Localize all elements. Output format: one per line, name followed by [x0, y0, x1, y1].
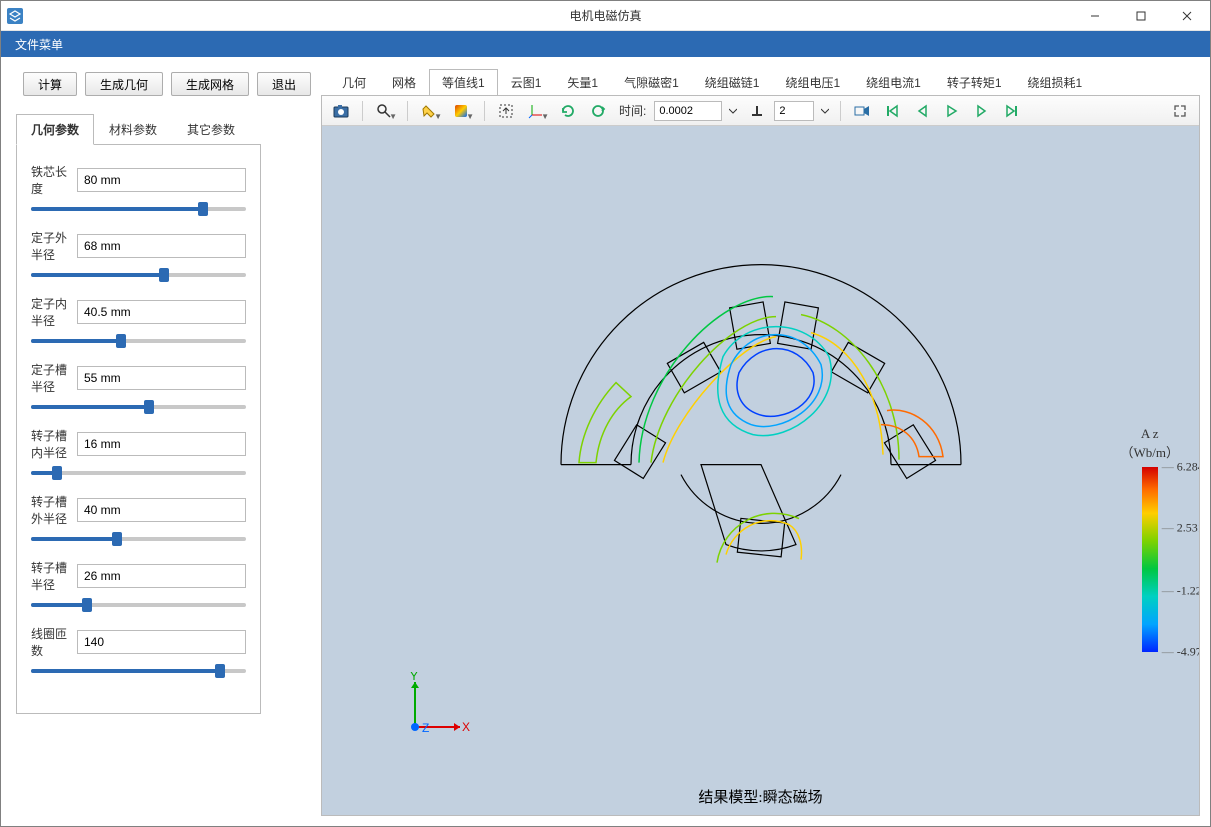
param-row-2: 定子内半径 — [31, 295, 246, 343]
param-panel: 铁芯长度定子外半径定子内半径定子槽半径转子槽内半径转子槽外半径转子槽半径线圈匝数 — [16, 144, 261, 714]
param-row-1: 定子外半径 — [31, 229, 246, 277]
param-slider[interactable] — [31, 273, 246, 277]
tab-other-params[interactable]: 其它参数 — [172, 114, 250, 145]
param-label: 定子内半径 — [31, 295, 71, 329]
view-tab-0[interactable]: 几何 — [329, 69, 379, 96]
menubar: 文件菜单 — [1, 31, 1210, 57]
param-input[interactable] — [77, 300, 246, 324]
param-slider[interactable] — [31, 339, 246, 343]
minimize-button[interactable] — [1072, 1, 1118, 31]
maximize-button[interactable] — [1118, 1, 1164, 31]
legend-tick: —6.284e-04 — [1162, 460, 1199, 475]
param-input[interactable] — [77, 168, 246, 192]
param-row-0: 铁芯长度 — [31, 163, 246, 211]
view-tab-10[interactable]: 绕组损耗1 — [1015, 69, 1096, 96]
axes-tool[interactable]: ▼ — [523, 99, 551, 123]
last-frame-button[interactable] — [999, 99, 1025, 123]
view-tab-7[interactable]: 绕组电压1 — [772, 69, 853, 96]
expand-button[interactable] — [1167, 99, 1193, 123]
view-tabs: 几何网格等值线1云图1矢量1气隙磁密1绕组磁链1绕组电压1绕组电流1转子转矩1绕… — [321, 72, 1200, 96]
snapshot-button[interactable] — [328, 99, 354, 123]
legend-title: A z — [1121, 426, 1180, 442]
refresh-button[interactable] — [555, 99, 581, 123]
play-button[interactable] — [939, 99, 965, 123]
highlight-tool[interactable]: ▼ — [416, 99, 444, 123]
viewer-toolbar: ▼ ▼ ▼ ▼ 时间: — [322, 96, 1199, 126]
legend-tick: —2.531e-04 — [1162, 521, 1199, 536]
tab-material-params[interactable]: 材料参数 — [94, 114, 172, 145]
param-input[interactable] — [77, 432, 246, 456]
param-row-7: 线圈匝数 — [31, 625, 246, 673]
legend-tick: —-4.973e-04 — [1162, 645, 1199, 660]
view-tab-5[interactable]: 气隙磁密1 — [611, 69, 692, 96]
menu-file[interactable]: 文件菜单 — [1, 31, 77, 57]
param-label: 转子槽外半径 — [31, 493, 71, 527]
param-label: 定子槽半径 — [31, 361, 71, 395]
result-caption: 结果模型:瞬态磁场 — [698, 786, 822, 807]
param-slider[interactable] — [31, 603, 246, 607]
time-dropdown[interactable] — [726, 99, 740, 123]
frame-toggle[interactable] — [744, 99, 770, 123]
gen-geom-button[interactable]: 生成几何 — [85, 72, 163, 96]
param-input[interactable] — [77, 630, 246, 654]
param-slider[interactable] — [31, 669, 246, 673]
fit-view-button[interactable] — [493, 99, 519, 123]
frame-dropdown[interactable] — [818, 99, 832, 123]
param-slider[interactable] — [31, 537, 246, 541]
param-input[interactable] — [77, 366, 246, 390]
param-row-5: 转子槽外半径 — [31, 493, 246, 541]
param-slider[interactable] — [31, 207, 246, 211]
next-frame-button[interactable] — [969, 99, 995, 123]
color-legend: A z （Wb/m） —6.284e-04—2.531e-04—-1.221e-… — [1121, 426, 1180, 652]
param-label: 线圈匝数 — [31, 625, 71, 659]
record-button[interactable] — [849, 99, 875, 123]
frame-input[interactable] — [774, 101, 814, 121]
axis-gizmo: X Y Z — [400, 672, 470, 745]
model-plot — [501, 225, 1021, 645]
view-tab-1[interactable]: 网格 — [379, 69, 429, 96]
param-label: 铁芯长度 — [31, 163, 71, 197]
param-label: 转子槽内半径 — [31, 427, 71, 461]
svg-text:X: X — [462, 720, 470, 734]
svg-text:Z: Z — [422, 721, 429, 735]
param-input[interactable] — [77, 234, 246, 258]
prev-frame-button[interactable] — [909, 99, 935, 123]
close-button[interactable] — [1164, 1, 1210, 31]
legend-tick: —-1.221e-04 — [1162, 583, 1199, 598]
param-label: 转子槽半径 — [31, 559, 71, 593]
compute-button[interactable]: 计算 — [23, 72, 77, 96]
cycle-button[interactable] — [585, 99, 611, 123]
param-slider[interactable] — [31, 471, 246, 475]
param-row-6: 转子槽半径 — [31, 559, 246, 607]
app-icon — [7, 8, 23, 24]
view-tab-9[interactable]: 转子转矩1 — [934, 69, 1015, 96]
param-row-3: 定子槽半径 — [31, 361, 246, 409]
view-tab-3[interactable]: 云图1 — [498, 69, 555, 96]
colormap-tool[interactable]: ▼ — [448, 99, 476, 123]
exit-button[interactable]: 退出 — [257, 72, 311, 96]
param-slider[interactable] — [31, 405, 246, 409]
view-tab-8[interactable]: 绕组电流1 — [853, 69, 934, 96]
time-label: 时间: — [619, 102, 646, 119]
time-input[interactable] — [654, 101, 722, 121]
window-title: 电机电磁仿真 — [569, 7, 641, 24]
first-frame-button[interactable] — [879, 99, 905, 123]
legend-unit: （Wb/m） — [1121, 442, 1180, 461]
svg-text:Y: Y — [410, 672, 418, 683]
tab-geom-params[interactable]: 几何参数 — [16, 114, 94, 145]
param-row-4: 转子槽内半径 — [31, 427, 246, 475]
zoom-tool[interactable]: ▼ — [371, 99, 399, 123]
gen-mesh-button[interactable]: 生成网格 — [171, 72, 249, 96]
window-titlebar: 电机电磁仿真 — [1, 1, 1210, 31]
view-tab-4[interactable]: 矢量1 — [554, 69, 611, 96]
param-input[interactable] — [77, 498, 246, 522]
canvas-viewport[interactable]: X Y Z A z （Wb/m） —6.284e-04—2.531e-04—-1… — [322, 126, 1199, 815]
view-tab-2[interactable]: 等值线1 — [429, 69, 498, 96]
param-label: 定子外半径 — [31, 229, 71, 263]
view-tab-6[interactable]: 绕组磁链1 — [692, 69, 773, 96]
param-input[interactable] — [77, 564, 246, 588]
